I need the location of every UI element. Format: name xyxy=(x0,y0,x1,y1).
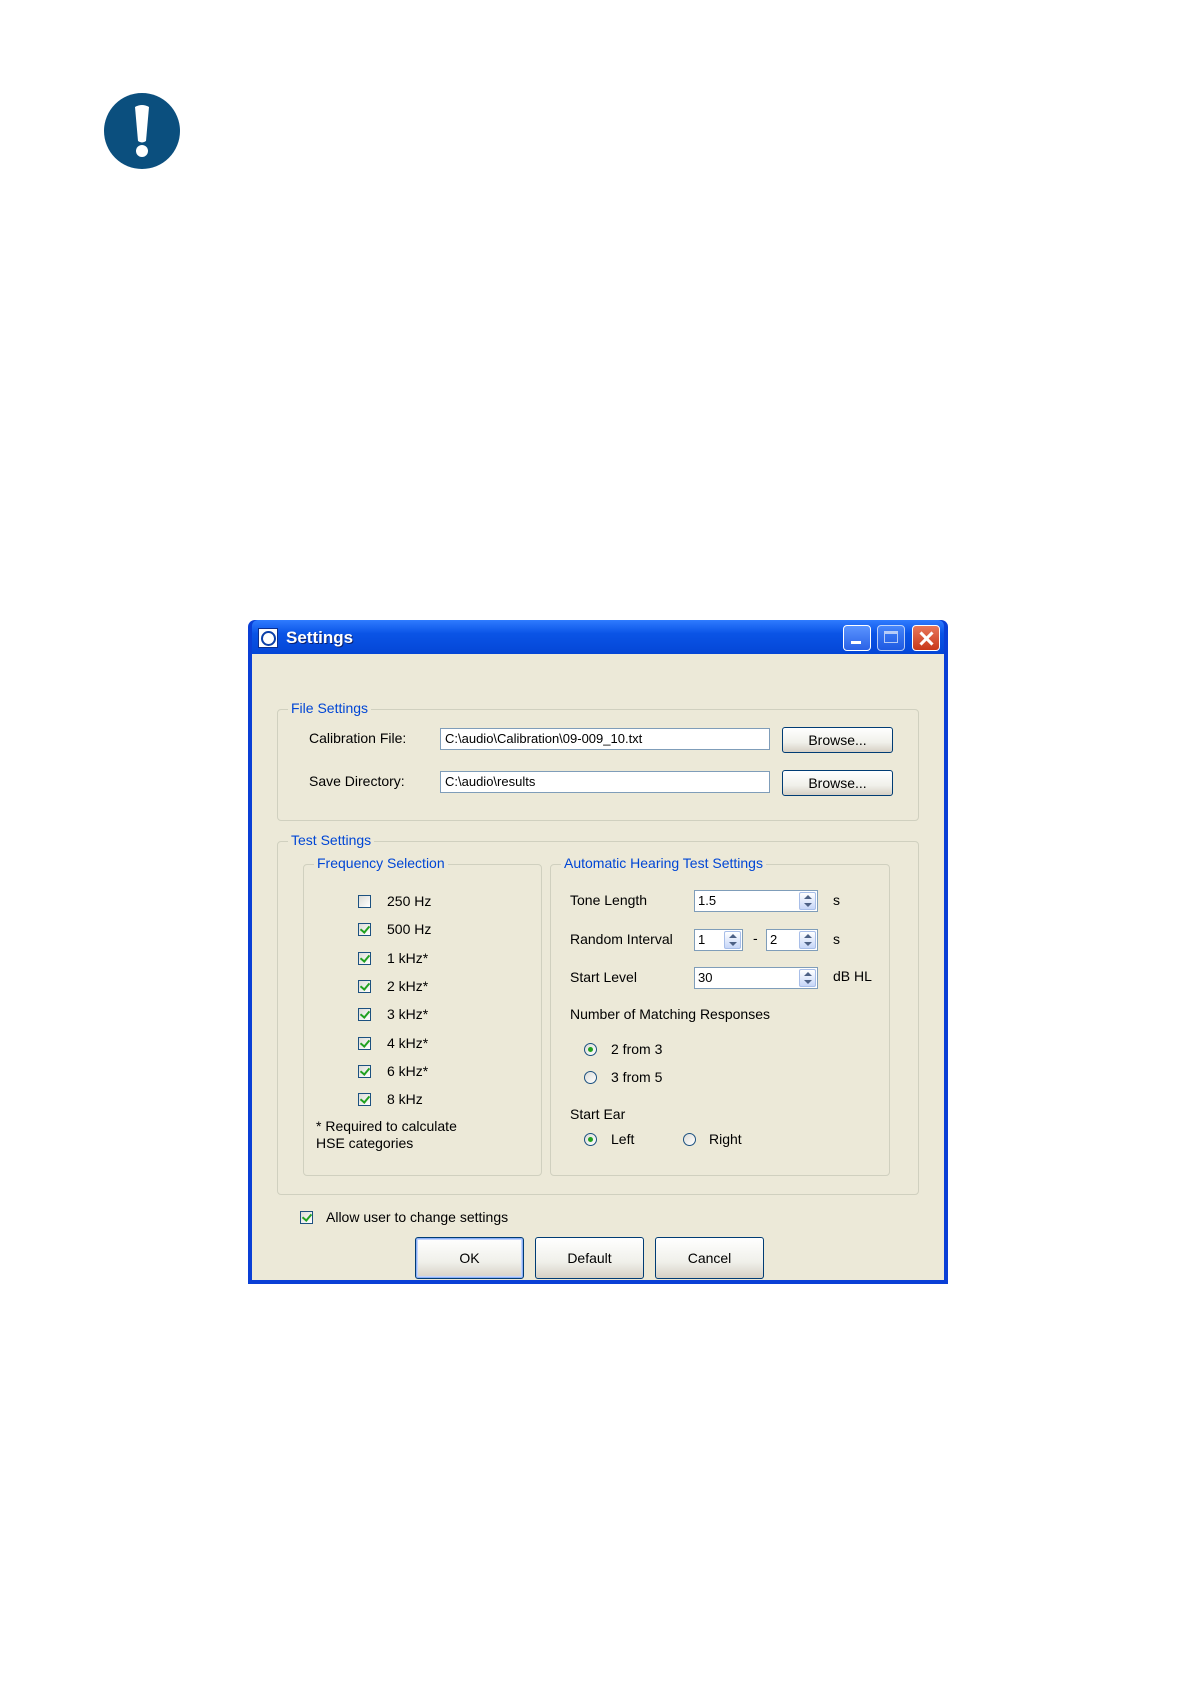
tone-length-arrows[interactable] xyxy=(799,892,816,910)
freq-2k-checkbox[interactable] xyxy=(358,980,371,993)
freq-6k-label: 6 kHz* xyxy=(387,1063,429,1079)
freq-8k-label: 8 kHz xyxy=(387,1091,423,1107)
start-level-label: Start Level xyxy=(570,969,637,985)
maximize-button xyxy=(877,625,905,651)
frequency-selection-title: Frequency Selection xyxy=(314,855,448,871)
start-ear-left-radio[interactable] xyxy=(584,1133,597,1146)
close-button[interactable] xyxy=(912,625,940,651)
start-ear-right-radio[interactable] xyxy=(683,1133,696,1146)
random-interval-label: Random Interval xyxy=(570,931,673,947)
calibration-file-input[interactable]: C:\audio\Calibration\09-009_10.txt xyxy=(440,728,770,750)
browse-directory-button[interactable]: Browse... xyxy=(782,770,893,796)
random-interval-max-spinner[interactable]: 2 xyxy=(766,929,818,951)
freq-2k-label: 2 kHz* xyxy=(387,978,429,994)
freq-8k-checkbox[interactable] xyxy=(358,1093,371,1106)
tone-length-unit: s xyxy=(833,892,840,908)
test-settings-title: Test Settings xyxy=(288,832,375,848)
start-ear-label: Start Ear xyxy=(570,1106,626,1122)
random-interval-unit: s xyxy=(833,931,840,947)
random-interval-min-arrows[interactable] xyxy=(724,931,741,949)
save-directory-input[interactable]: C:\audio\results xyxy=(440,771,770,793)
freq-1k-checkbox[interactable] xyxy=(358,952,371,965)
settings-window: Settings File Settings Calibration File:… xyxy=(248,620,948,1284)
browse-calibration-button[interactable]: Browse... xyxy=(782,727,893,753)
title-bar[interactable]: Settings xyxy=(252,620,944,654)
start-ear-right-label: Right xyxy=(709,1131,742,1147)
allow-change-checkbox[interactable] xyxy=(300,1211,313,1224)
matching-2-from-3-label: 2 from 3 xyxy=(611,1041,663,1057)
automatic-test-settings-group: Automatic Hearing Test Settings Tone Len… xyxy=(550,855,890,1176)
freq-250-label: 250 Hz xyxy=(387,893,432,909)
freq-4k-checkbox[interactable] xyxy=(358,1037,371,1050)
freq-6k-checkbox[interactable] xyxy=(358,1065,371,1078)
start-level-spinner[interactable]: 30 xyxy=(694,967,818,989)
automatic-test-settings-title: Automatic Hearing Test Settings xyxy=(561,855,766,871)
required-note-line1: * Required to calculate xyxy=(316,1118,457,1134)
matching-3-from-5-label: 3 from 5 xyxy=(611,1069,663,1085)
freq-500-checkbox[interactable] xyxy=(358,923,371,936)
dialog-client-area: File Settings Calibration File: C:\audio… xyxy=(252,654,944,1280)
random-interval-min-value: 1 xyxy=(698,932,706,947)
freq-3k-label: 3 kHz* xyxy=(387,1006,429,1022)
exclamation-icon xyxy=(104,93,180,169)
test-settings-group: Test Settings Frequency Selection 250 Hz… xyxy=(277,832,919,1195)
matching-3-from-5-radio[interactable] xyxy=(584,1071,597,1084)
calibration-file-label: Calibration File: xyxy=(309,730,407,746)
start-ear-left-label: Left xyxy=(611,1131,635,1147)
ok-button[interactable]: OK xyxy=(415,1237,524,1279)
start-level-unit: dB HL xyxy=(833,968,872,984)
cancel-button[interactable]: Cancel xyxy=(655,1237,764,1279)
random-interval-max-value: 2 xyxy=(770,932,778,947)
random-interval-max-arrows[interactable] xyxy=(799,931,816,949)
file-settings-group: File Settings Calibration File: C:\audio… xyxy=(277,700,919,821)
save-directory-label: Save Directory: xyxy=(309,773,405,789)
freq-500-label: 500 Hz xyxy=(387,921,432,937)
tone-length-label: Tone Length xyxy=(570,892,648,908)
start-level-arrows[interactable] xyxy=(799,969,816,987)
freq-1k-label: 1 kHz* xyxy=(387,950,429,966)
random-interval-separator: - xyxy=(753,930,758,946)
tone-length-spinner[interactable]: 1.5 xyxy=(694,890,818,912)
allow-change-label: Allow user to change settings xyxy=(326,1209,509,1225)
tone-length-value: 1.5 xyxy=(698,893,717,908)
freq-3k-checkbox[interactable] xyxy=(358,1008,371,1021)
required-note-line2: HSE categories xyxy=(316,1135,414,1151)
matching-responses-label: Number of Matching Responses xyxy=(570,1006,770,1022)
frequency-selection-group: Frequency Selection 250 Hz 500 Hz 1 kHz*… xyxy=(303,855,542,1176)
matching-2-from-3-radio[interactable] xyxy=(584,1043,597,1056)
window-title: Settings xyxy=(286,628,354,647)
file-settings-title: File Settings xyxy=(288,700,372,716)
random-interval-min-spinner[interactable]: 1 xyxy=(694,929,743,951)
freq-4k-label: 4 kHz* xyxy=(387,1035,429,1051)
app-icon[interactable] xyxy=(258,628,278,648)
minimize-button[interactable] xyxy=(843,625,871,651)
default-button[interactable]: Default xyxy=(535,1237,644,1279)
start-level-value: 30 xyxy=(698,970,713,985)
freq-250-checkbox[interactable] xyxy=(358,895,371,908)
